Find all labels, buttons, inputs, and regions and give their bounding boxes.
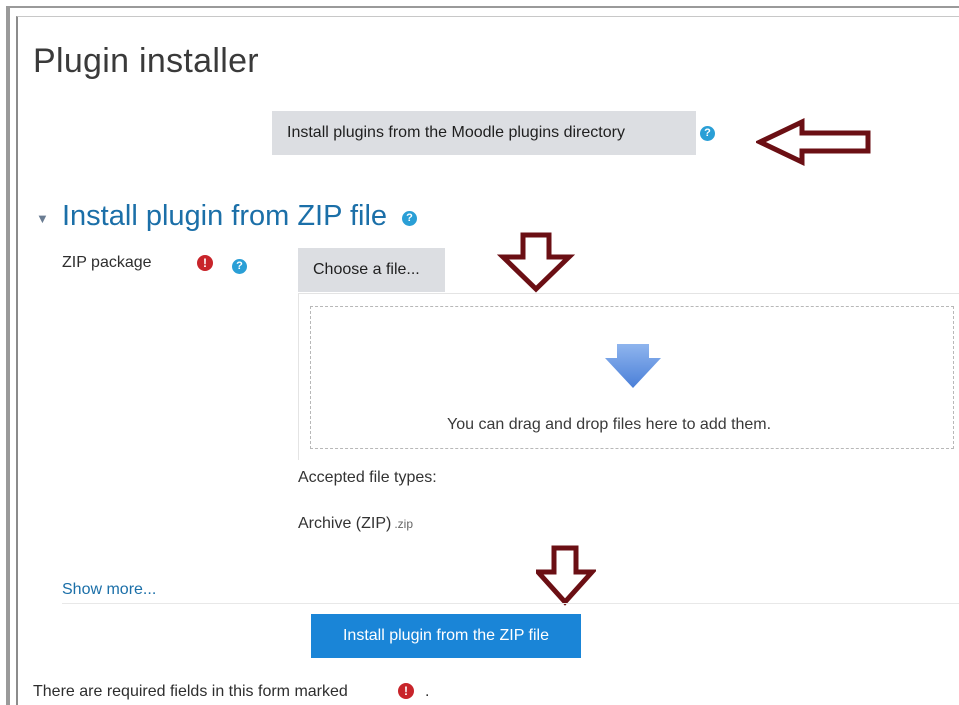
zip-section-help-icon[interactable]: ? [402, 211, 417, 226]
annotation-arrow-left-icon [756, 118, 871, 166]
accepted-file-types-label: Accepted file types: [298, 469, 437, 486]
drop-zone-hint: You can drag and drop files here to add … [447, 416, 772, 433]
zip-package-help-icon[interactable]: ? [232, 259, 247, 274]
file-type-extension: .zip [394, 517, 414, 531]
required-note-period: . [425, 683, 430, 700]
install-from-zip-button[interactable]: Install plugin from the ZIP file [311, 614, 581, 658]
page-title: Plugin installer [33, 42, 259, 80]
required-fields-note: There are required fields in this form m… [33, 683, 348, 700]
zip-section-heading[interactable]: Install plugin from ZIP file [62, 200, 387, 233]
directory-help-icon[interactable]: ? [700, 126, 715, 141]
form-divider [62, 603, 959, 604]
accepted-file-type: Archive (ZIP) .zip [298, 515, 413, 533]
show-more-link[interactable]: Show more... [62, 581, 156, 599]
required-icon: ! [197, 255, 213, 271]
required-icon: ! [398, 683, 414, 699]
choose-file-button[interactable]: Choose a file... [298, 248, 445, 292]
install-from-directory-button[interactable]: Install plugins from the Moodle plugins … [272, 111, 696, 155]
download-arrow-icon [605, 344, 661, 388]
section-collapse-caret-icon[interactable]: ▼ [36, 211, 49, 226]
annotation-arrow-down-icon [497, 232, 575, 293]
zip-package-label: ZIP package [62, 254, 152, 271]
annotation-arrow-down-icon [536, 545, 596, 606]
file-type-name: Archive (ZIP) [298, 515, 392, 532]
